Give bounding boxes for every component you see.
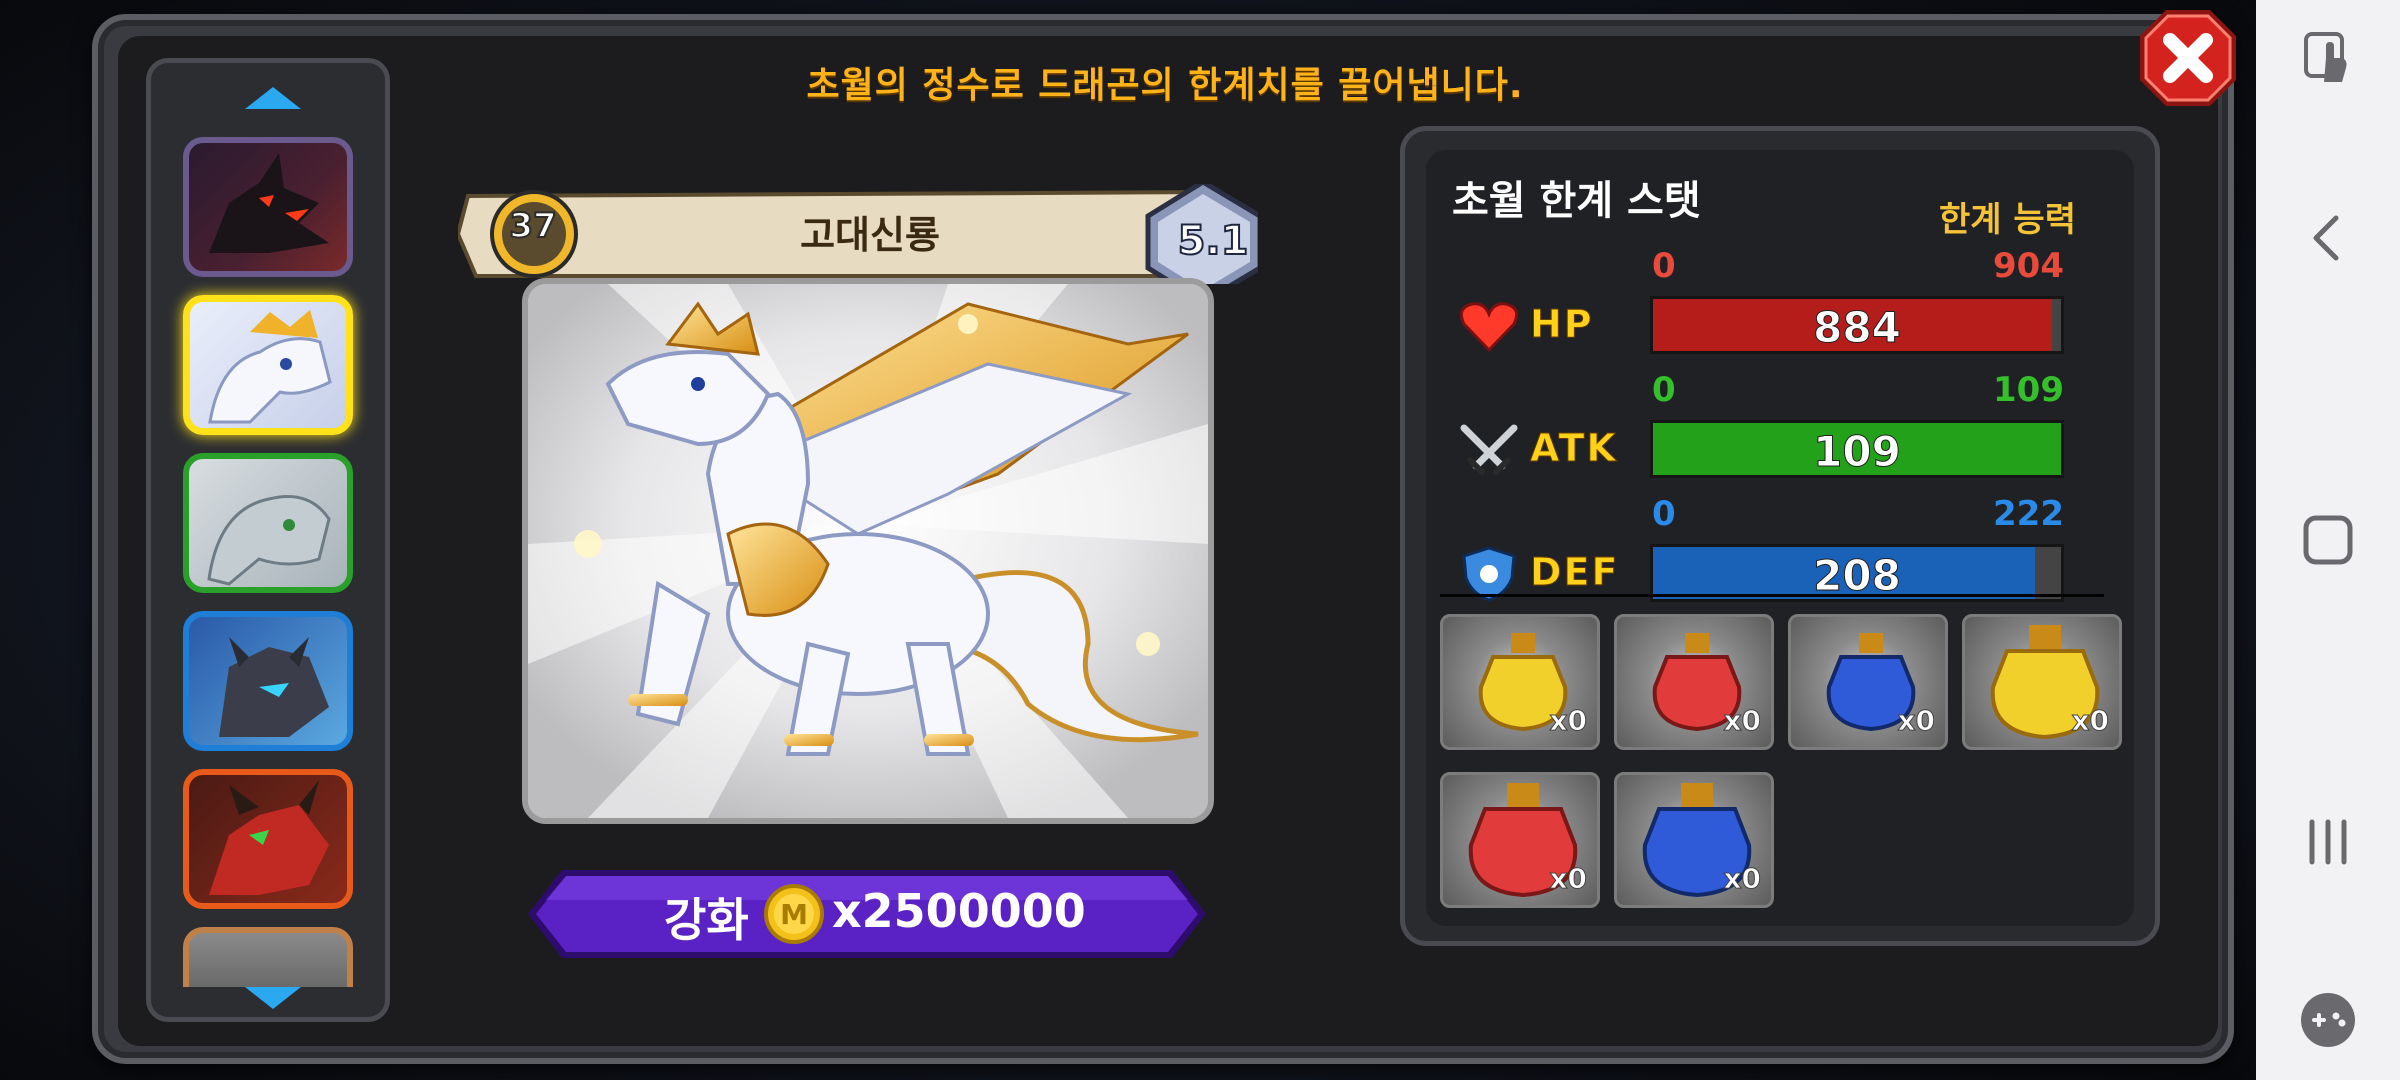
potion-slot-large-yellow[interactable]: x0 [1962, 614, 2122, 750]
dragon-image [528, 284, 1208, 818]
atk-min: 0 [1652, 370, 1676, 410]
def-label: DEF [1529, 550, 1620, 595]
home-square-icon [2303, 515, 2353, 565]
hp-min: 0 [1652, 246, 1676, 286]
potion-count: x0 [1549, 704, 1588, 738]
dragon-thumb-green[interactable] [183, 453, 353, 593]
system-nav-bar [2256, 0, 2400, 1080]
potion-slot-large-blue[interactable]: x0 [1614, 772, 1774, 908]
page-title: 초월의 정수로 드래곤의 한계치를 끌어냅니다. [806, 65, 1524, 106]
heart-icon [1459, 302, 1519, 353]
potion-slot-blue[interactable]: x0 [1788, 614, 1948, 750]
home-button[interactable] [2288, 500, 2368, 580]
stats-divider [1440, 594, 2104, 597]
atk-bar: 109 [1650, 420, 2064, 478]
coin-icon: M [764, 884, 824, 944]
limit-ability-label: 한계 능력 [1939, 200, 2076, 240]
atk-label: ATK [1530, 426, 1618, 471]
touch-lock-icon [2304, 32, 2347, 82]
crossed-swords-icon [1460, 424, 1518, 475]
dragon-name: 고대신룡 [800, 213, 940, 257]
hp-bar: 884 [1650, 296, 2064, 354]
hp-max: 904 [1993, 246, 2064, 286]
recents-icon [2309, 819, 2347, 865]
grade-badge: 5.1 [1177, 217, 1250, 265]
recents-button[interactable] [2288, 802, 2368, 882]
atk-value: 109 [1813, 427, 1902, 476]
def-min: 0 [1652, 494, 1676, 534]
dragon-thumb-blue[interactable] [183, 611, 353, 751]
back-button[interactable] [2288, 198, 2368, 278]
scroll-up-arrow-icon[interactable] [243, 83, 303, 113]
scroll-down-arrow-icon[interactable] [243, 983, 303, 1013]
stats-title: 초월 한계 스탯 [1452, 178, 1701, 224]
game-tools-button[interactable] [2288, 980, 2368, 1060]
atk-max: 109 [1993, 370, 2064, 410]
dragon-portrait [522, 278, 1214, 824]
touch-lock-button[interactable] [2288, 18, 2368, 98]
potion-count: x0 [1549, 862, 1588, 896]
gamepad-icon [2301, 993, 2355, 1047]
dragon-thumb-ancient[interactable] [183, 295, 353, 435]
hp-value: 884 [1813, 303, 1902, 352]
potion-slot-large-red[interactable]: x0 [1440, 772, 1600, 908]
back-chevron-icon [2313, 215, 2339, 261]
potion-slot-red[interactable]: x0 [1614, 614, 1774, 750]
potion-count: x0 [2071, 704, 2110, 738]
potion-count: x0 [1897, 704, 1936, 738]
dragon-thumb-partial[interactable] [183, 927, 353, 987]
dragon-thumb-red[interactable] [183, 769, 353, 909]
dragon-thumb-dark[interactable] [183, 137, 353, 277]
def-max: 222 [1993, 494, 2064, 534]
potion-count: x0 [1723, 862, 1762, 896]
level-badge: 37 [508, 205, 557, 247]
potion-count: x0 [1723, 704, 1762, 738]
close-icon [2140, 10, 2236, 106]
potion-slot-yellow[interactable]: x0 [1440, 614, 1600, 750]
close-button[interactable] [2136, 6, 2240, 110]
dragon-list[interactable] [146, 58, 390, 1022]
enhance-label: 강화 [664, 893, 749, 947]
hp-label: HP [1530, 302, 1594, 347]
coin-mark: M [780, 898, 808, 931]
def-value: 208 [1813, 551, 1902, 600]
enhance-cost: x2500000 [832, 884, 1086, 938]
